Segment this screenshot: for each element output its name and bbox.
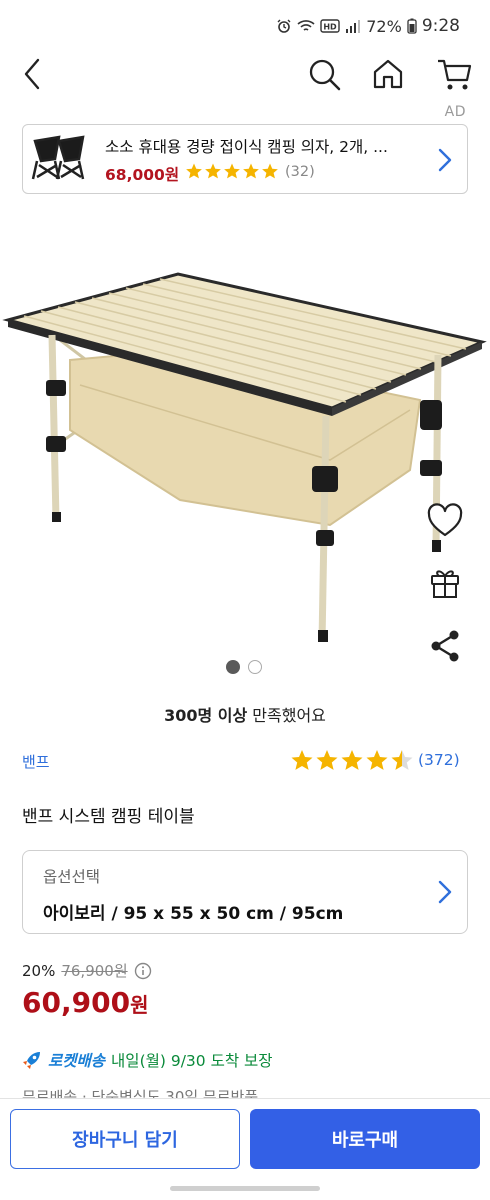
star-icon — [205, 163, 221, 179]
sponsored-product-card[interactable]: 소소 휴대용 경량 접이식 캠핑 의자, 2개, ... 68,000원 (32… — [22, 124, 468, 194]
ad-price: 68,000원 — [105, 166, 180, 184]
product-star-rating[interactable] — [290, 748, 414, 772]
chevron-right-icon — [438, 148, 452, 172]
camping-table-image — [2, 272, 487, 643]
discount-row: 20% 76,900원 — [22, 960, 152, 981]
gift-button[interactable] — [428, 564, 462, 600]
brand-link[interactable]: 밴프 — [22, 751, 50, 772]
satisfaction-text: 만족했어요 — [247, 706, 326, 725]
search-icon — [309, 59, 341, 91]
battery-icon — [407, 18, 417, 34]
share-icon — [431, 630, 459, 662]
cart-icon — [438, 59, 472, 90]
product-title: 밴프 시스템 캠핑 테이블 — [22, 807, 195, 827]
svg-text:HD: HD — [324, 23, 338, 32]
option-value: 아이보리 / 95 x 55 x 50 cm / 95cm — [43, 904, 344, 924]
wifi-icon — [297, 20, 315, 31]
alarm-icon — [277, 19, 291, 33]
rating-count-link[interactable]: (372) — [418, 751, 460, 769]
chevron-left-icon — [24, 58, 40, 90]
star-icon — [243, 163, 259, 179]
status-indicators: HD 72% 9:28 — [276, 16, 460, 36]
search-button[interactable] — [306, 56, 342, 92]
signal-icon — [346, 20, 361, 33]
star-icon — [262, 163, 278, 179]
half-star-icon — [391, 750, 413, 770]
clock: 9:28 — [421, 16, 460, 36]
carousel-pagination — [226, 660, 262, 674]
carousel-dot-active[interactable] — [226, 660, 240, 674]
original-price: 76,900원 — [61, 962, 128, 980]
sale-price: 60,900원 — [22, 986, 148, 1019]
star-icon — [291, 750, 313, 770]
info-icon[interactable] — [134, 962, 152, 980]
ad-title: 소소 휴대용 경량 접이식 캠핑 의자, 2개, ... — [105, 138, 388, 156]
add-to-cart-button[interactable]: 장바구니 담기 — [10, 1109, 240, 1169]
home-button[interactable] — [370, 56, 406, 92]
top-nav — [0, 52, 490, 100]
battery-percent: 72% — [366, 16, 402, 36]
ad-review-count: (32) — [285, 164, 315, 180]
satisfaction-banner: 300명 이상 만족했어요 — [0, 702, 490, 726]
wishlist-button[interactable] — [426, 502, 464, 540]
heart-icon — [427, 503, 463, 537]
sale-price-unit: 원 — [130, 993, 149, 1017]
star-icon — [316, 750, 338, 770]
option-label: 옵션선택 — [43, 868, 101, 886]
discount-rate: 20% — [22, 961, 56, 980]
gesture-bar[interactable] — [170, 1186, 320, 1191]
status-bar: HD 72% 9:28 — [0, 0, 490, 52]
star-icon — [341, 750, 363, 770]
chevron-right-icon — [438, 880, 452, 904]
back-button[interactable] — [18, 56, 48, 92]
option-selector[interactable]: 옵션선택 아이보리 / 95 x 55 x 50 cm / 95cm — [22, 850, 468, 934]
delivery-info: 로켓배송 내일(월) 9/30 도착 보장 — [22, 1049, 273, 1071]
share-button[interactable] — [428, 628, 462, 664]
gift-icon — [431, 570, 459, 598]
hd-icon: HD — [320, 19, 340, 33]
ad-star-rating — [185, 162, 279, 180]
sale-price-number: 60,900 — [22, 986, 131, 1019]
camping-chairs-thumbnail — [29, 131, 93, 189]
carousel-dot[interactable] — [248, 660, 262, 674]
product-image-carousel[interactable] — [0, 210, 490, 650]
buy-now-button[interactable]: 바로구매 — [250, 1109, 480, 1169]
rocket-icon — [23, 1052, 40, 1069]
star-icon — [224, 163, 240, 179]
star-icon — [366, 750, 388, 770]
home-icon — [373, 59, 403, 89]
purchase-action-bar: 장바구니 담기 바로구매 — [0, 1098, 490, 1180]
rocket-delivery-label: 로켓배송 — [48, 1052, 106, 1070]
satisfaction-count: 300명 이상 — [164, 706, 248, 725]
cart-button[interactable] — [436, 56, 474, 92]
ad-label: AD — [444, 104, 466, 120]
star-icon — [186, 163, 202, 179]
delivery-eta: 내일(월) 9/30 도착 보장 — [111, 1052, 273, 1070]
